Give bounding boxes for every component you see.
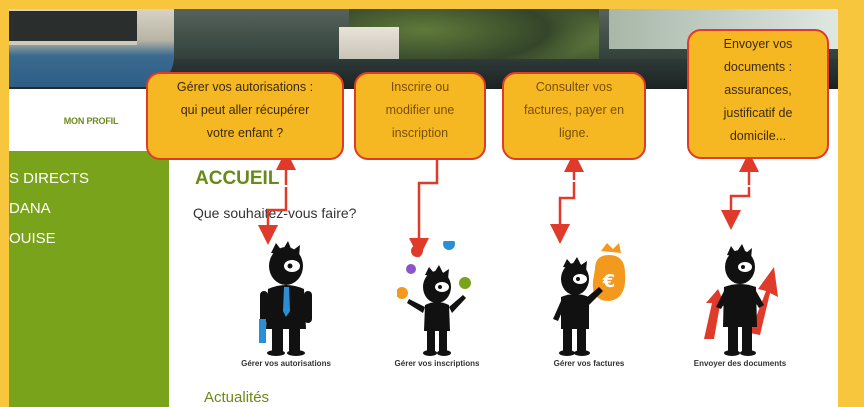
callout-inscriptions-line-3: inscription [391,126,449,140]
callout-autorisations-line-1: Gérer vos autorisations : [176,80,314,94]
callout-documents-line-2: documents : [723,60,793,74]
action-label-documents: Envoyer des documents [693,359,787,368]
banner-boat-cabin [9,11,137,45]
sidebar-item-directs[interactable]: S DIRECTS [9,170,89,187]
man-juggling-icon [397,241,471,356]
callout-factures: Consulter vos factures, payer en ligne. [502,72,646,160]
callout-documents-line-3: assurances, [724,83,792,97]
sidebar-item-dana[interactable]: DANA [9,200,51,217]
tutorial-frame: MON PROFIL S DIRECTS DANA OUISE ACCUEIL … [0,0,864,407]
callout-factures-line-3: ligne. [559,126,589,140]
menu-item-profile[interactable]: MON PROFIL [31,116,151,126]
action-label-inscriptions: Gérer vos inscriptions [394,359,480,368]
callout-autorisations-line-3: votre enfant ? [206,126,284,140]
main-content: ACCUEIL Que souhaitez-vous faire? Gérer … [169,151,838,407]
action-card-autorisations[interactable]: Gérer vos autorisations [221,241,351,381]
callout-inscriptions-line-2: modifier une [385,103,455,117]
action-label-factures: Gérer vos factures [553,359,625,368]
question-text: Que souhaitez-vous faire? [193,205,357,221]
callout-documents-line-4: justificatif de [723,106,793,120]
callout-factures-line-2: factures, payer en [523,103,625,117]
man-money-bag-icon: € [553,243,626,356]
callout-inscriptions: Inscrire ou modifier une inscription [354,72,486,160]
callout-autorisations-line-2: qui peut aller récupérer [180,103,310,117]
callout-inscriptions-line-1: Inscrire ou [390,80,450,94]
action-label-autorisations: Gérer vos autorisations [241,359,331,368]
man-arrows-icon [704,244,778,356]
news-heading: Actualités [204,389,270,406]
callout-autorisations: Gérer vos autorisations : qui peut aller… [146,72,344,160]
action-card-documents[interactable]: Envoyer des documents [675,241,805,381]
callout-documents-line-5: domicile... [729,129,787,143]
action-card-inscriptions[interactable]: Gérer vos inscriptions [372,241,502,381]
page-title: ACCUEIL [195,168,280,189]
callout-documents-line-1: Envoyer vos [723,37,793,51]
sidebar: S DIRECTS DANA OUISE [9,151,169,407]
action-card-factures[interactable]: € Gérer vos factures [524,241,654,381]
callout-documents: Envoyer vos documents : assurances, just… [687,29,829,159]
man-with-tie-icon [259,241,312,356]
sidebar-item-ouise[interactable]: OUISE [9,230,56,247]
svg-text:€: € [602,271,616,292]
callout-factures-line-1: Consulter vos [535,80,613,94]
